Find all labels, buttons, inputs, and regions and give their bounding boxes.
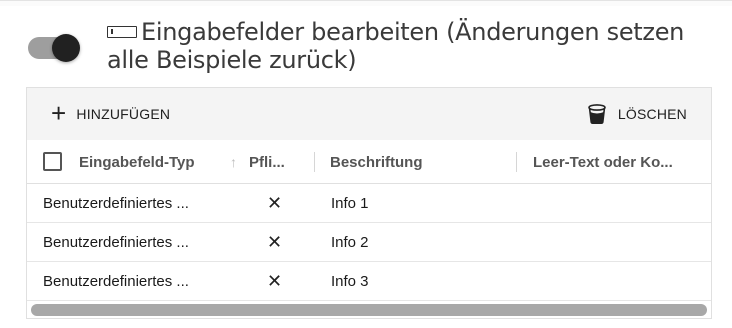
- cell-type: Benutzerdefiniertes ...: [43, 234, 189, 251]
- top-divider: [0, 0, 732, 6]
- delete-button-label: LÖSCHEN: [617, 106, 687, 122]
- section-heading-text: Eingabefelder bearbeiten (Änderungen set…: [107, 18, 685, 74]
- column-separator[interactable]: [516, 152, 517, 172]
- required-cross-icon: ✕: [267, 271, 283, 291]
- plus-icon: +: [51, 97, 67, 128]
- fields-table-panel: + HINZUFÜGEN LÖSCHEN Eingabefeld-Typ ↑ P…: [26, 87, 712, 319]
- required-cross-icon: ✕: [267, 193, 283, 213]
- trash-icon: [588, 104, 606, 124]
- horizontal-scrollbar[interactable]: [31, 304, 707, 316]
- table-row[interactable]: Benutzerdefiniertes ... ✕ Info 2: [27, 223, 711, 262]
- cell-label: Info 2: [331, 234, 369, 251]
- cell-label: Info 3: [331, 273, 369, 290]
- table-header: Eingabefeld-Typ ↑ Pfli... Beschriftung L…: [27, 140, 711, 184]
- sort-arrow-icon[interactable]: ↑: [230, 140, 237, 184]
- column-header-placeholder[interactable]: Leer-Text oder Ko...: [533, 140, 703, 184]
- column-header-label[interactable]: Beschriftung: [330, 140, 510, 184]
- cell-type: Benutzerdefiniertes ...: [43, 273, 189, 290]
- table-toolbar: + HINZUFÜGEN LÖSCHEN: [27, 88, 711, 140]
- cell-type: Benutzerdefiniertes ...: [43, 195, 189, 212]
- add-button-label: HINZUFÜGEN: [76, 106, 171, 122]
- delete-button[interactable]: LÖSCHEN: [588, 88, 687, 140]
- table-row[interactable]: Benutzerdefiniertes ... ✕ Info 3: [27, 262, 711, 301]
- column-header-required[interactable]: Pfli...: [249, 140, 315, 184]
- add-button[interactable]: + HINZUFÜGEN: [51, 88, 170, 140]
- toggle-thumb[interactable]: [52, 34, 80, 62]
- required-cross-icon: ✕: [267, 232, 283, 252]
- text-input-icon: [107, 26, 137, 38]
- table-row[interactable]: Benutzerdefiniertes ... ✕ Info 1: [27, 184, 711, 223]
- section-heading: Eingabefelder bearbeiten (Änderungen set…: [107, 18, 717, 74]
- select-all-checkbox[interactable]: [43, 152, 62, 171]
- cell-label: Info 1: [331, 195, 369, 212]
- column-separator[interactable]: [314, 152, 315, 172]
- column-header-type[interactable]: Eingabefeld-Typ: [79, 140, 229, 184]
- edit-fields-toggle[interactable]: [28, 34, 80, 62]
